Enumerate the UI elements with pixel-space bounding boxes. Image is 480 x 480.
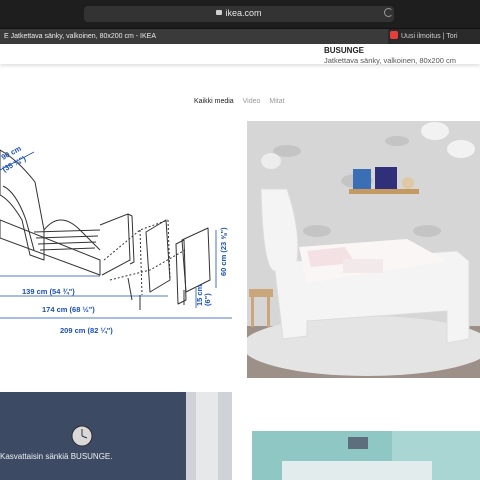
dim-length-mid: 174 cm (68 ½") [42,305,95,314]
dim-height: 60 cm (23 ⅝") [219,227,228,276]
lamp-icon [348,437,368,449]
lock-icon [216,10,223,15]
tab-bar: E Jatkettava sänky, valkoinen, 80x200 cm… [0,28,480,45]
footboard-curve [43,219,101,251]
extension-dashed [103,219,186,296]
filter-video[interactable]: Video [243,98,261,105]
tab-tori-label: Uusi ilmoitus | Tori [401,33,458,40]
filter-all-media[interactable]: Kaikki media [194,98,234,105]
browser-toolbar: ikea.com [0,0,480,28]
slat-line [35,235,99,239]
room-photo-blue[interactable] [0,392,232,480]
end-panel [99,213,131,276]
tab-ikea[interactable]: E Jatkettava sänky, valkoinen, 80x200 cm… [0,29,388,45]
product-subtitle: Jatkettava sänky, valkoinen, 80x200 cm [324,56,457,65]
bedroom-scene [247,121,480,378]
lamp-icon [261,153,281,169]
tab-tori[interactable]: Uusi ilmoitus | Tori [390,29,480,45]
dim-length-long: 209 cm (82 ¼") [60,326,113,335]
room-scene-blue [0,392,232,480]
slat-line [39,247,96,251]
stool [249,289,273,297]
dim-leg-height-in: (6") [203,293,212,306]
url-display[interactable]: ikea.com [84,8,394,18]
product-photo[interactable] [247,121,480,378]
tori-favicon-icon [390,31,398,40]
side-rail [0,219,101,276]
lamp-icon [421,122,449,140]
url-text: ikea.com [225,8,262,18]
image-caption: Kasvattaisin sänkiä BUSUNGE. [0,452,113,461]
shelf [349,189,419,194]
dim-length-short: 139 cm (54 ¾") [22,287,75,296]
leg [127,277,133,301]
extension-panel [145,219,171,293]
room-photo-mint[interactable] [252,431,480,480]
address-bar[interactable]: ikea.com [84,6,394,22]
slat-line [37,241,97,245]
dimension-drawing[interactable]: 90 cm (35 ⅜") 139 cm (54 ¾") 174 cm (68 … [0,120,240,380]
media-filter-tabs: Kaikki media Video Mitat [194,98,292,105]
product-name: BUSUNGE [324,46,365,55]
reload-icon[interactable] [384,8,393,17]
second-end-panel [181,227,211,293]
room-scene-mint [252,431,480,480]
lamp-icon [447,140,475,158]
filter-dimensions[interactable]: Mitat [269,98,284,105]
